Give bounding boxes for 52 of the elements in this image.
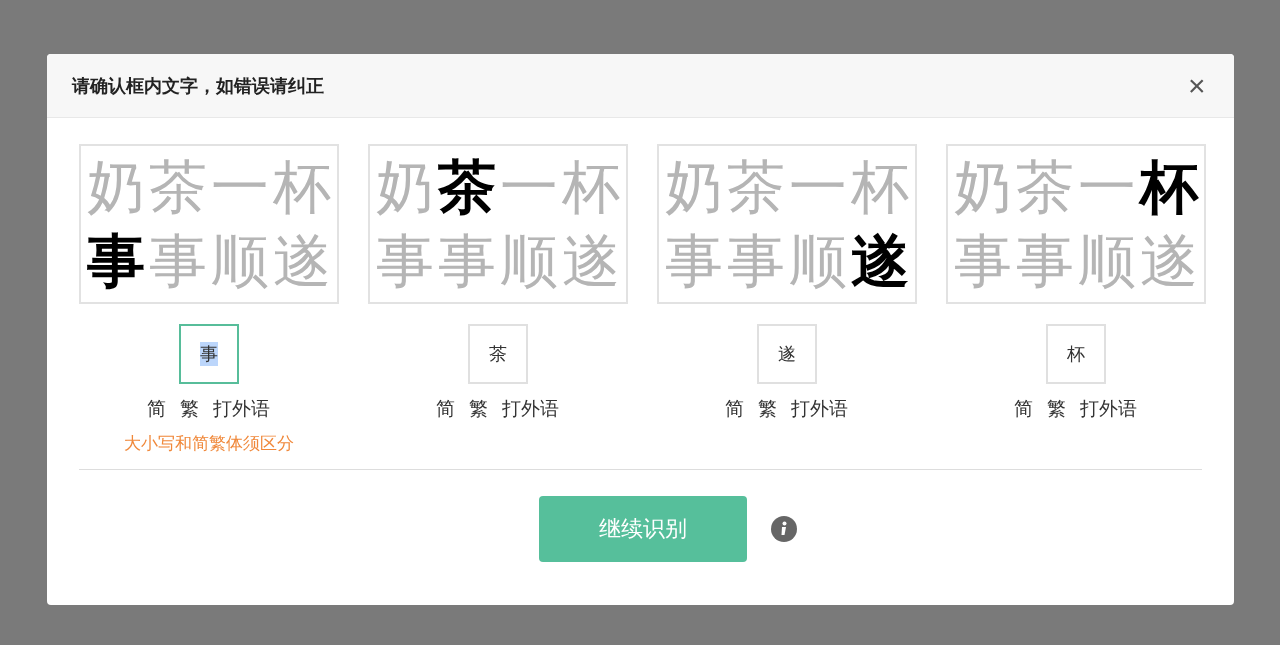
script-option[interactable]: 打外语 [213,396,270,422]
script-option[interactable]: 简 [147,396,166,422]
captcha-character: 顺 [1076,226,1137,297]
captcha-character: 奶 [663,152,724,223]
captcha-character: 一 [787,152,848,223]
captcha-character: 一 [498,152,559,223]
captcha-character: 奶 [374,152,435,223]
captcha-character: 遂 [271,226,332,297]
captcha-character: 茶 [725,152,786,223]
info-icon[interactable] [771,516,797,542]
captcha-character: 杯 [560,152,621,223]
captcha-character: 遂 [849,226,910,297]
captcha-character: 事 [725,226,786,297]
captcha-character: 杯 [849,152,910,223]
captcha-character: 奶 [952,152,1013,223]
input-field[interactable]: 遂 [756,324,817,384]
script-option[interactable]: 简 [1014,396,1033,422]
captcha-character: 遂 [1138,226,1199,297]
captcha-character: 杯 [271,152,332,223]
captcha-character: 一 [1076,152,1137,223]
captcha-character: 遂 [560,226,621,297]
captcha-character: 顺 [498,226,559,297]
hint-text: 大小写和简繁体须区分 [123,432,294,455]
dialog-title: 请确认框内文字，如错误请纠正 [71,73,324,98]
script-option[interactable]: 简 [725,396,744,422]
script-option[interactable]: 简 [436,396,455,422]
captcha-character: 一 [209,152,270,223]
captcha-character: 奶 [85,152,146,223]
close-button[interactable]: × [1187,70,1206,101]
captcha-character: 杯 [1137,152,1200,223]
script-option[interactable]: 繁 [758,396,777,422]
input-field[interactable]: 茶 [467,324,528,384]
captcha-character: 事 [436,226,497,297]
script-option[interactable]: 打外语 [502,396,559,422]
script-option[interactable]: 繁 [1047,396,1066,422]
script-option[interactable]: 繁 [469,396,488,422]
captcha-character: 顺 [209,226,270,297]
input-field[interactable]: 事 [178,324,239,384]
captcha-character: 事 [663,226,724,297]
captcha-character: 事 [85,226,146,297]
captcha-character: 事 [147,226,208,297]
captcha-character: 事 [952,226,1013,297]
script-option[interactable]: 打外语 [1080,396,1137,422]
script-option[interactable]: 繁 [180,396,199,422]
script-option[interactable]: 打外语 [791,396,848,422]
captcha-character: 茶 [1014,152,1075,223]
captcha-character: 事 [374,226,435,297]
captcha-character: 茶 [147,152,208,223]
captcha-character: 顺 [787,226,848,297]
captcha-character: 事 [1014,226,1075,297]
input-field[interactable]: 杯 [1045,324,1106,384]
captcha-character: 茶 [436,152,497,223]
